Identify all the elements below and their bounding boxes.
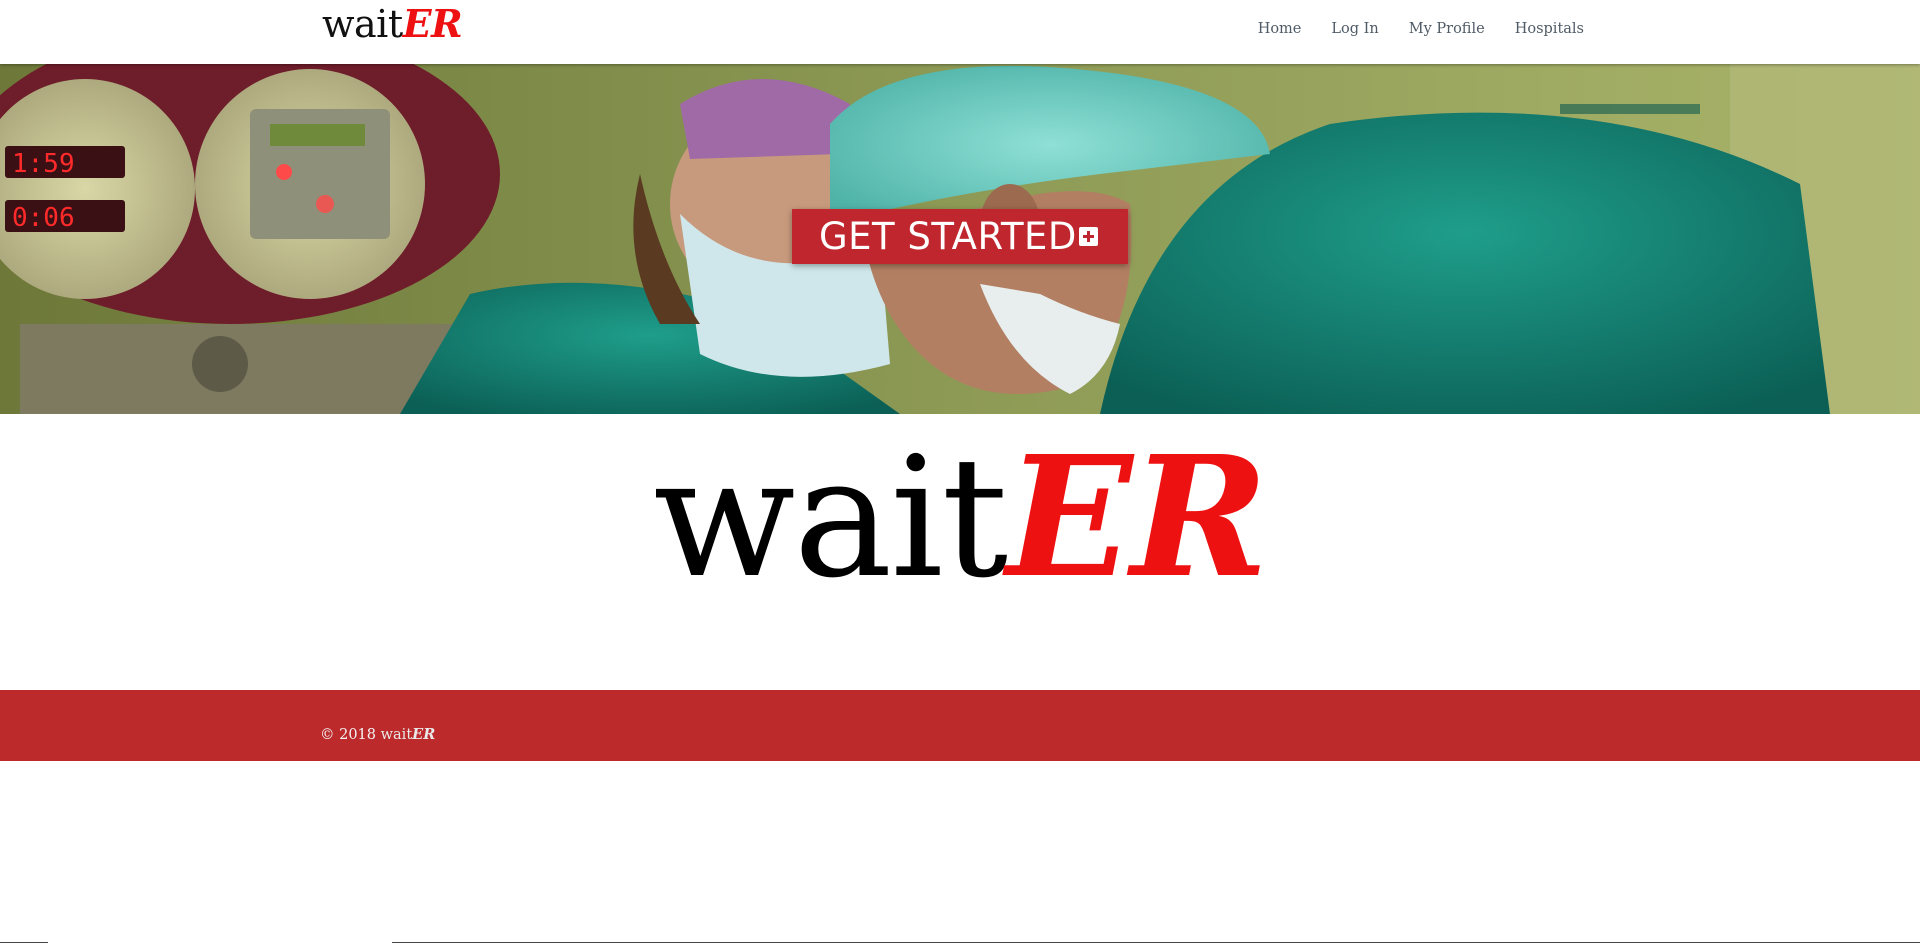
top-navbar: waitER Home Log In My Profile Hospitals [0,0,1920,64]
brand-prefix: wait [322,2,403,46]
main-nav: Home Log In My Profile Hospitals [1258,21,1584,37]
get-started-button[interactable]: GET STARTED [792,209,1128,264]
brand-suffix: ER [402,1,463,46]
svg-text:0:06: 0:06 [12,203,75,233]
svg-text:1:59: 1:59 [12,149,75,179]
footer: © 2018 waitER [0,690,1920,761]
brand-logo[interactable]: waitER [322,1,463,47]
hero-banner: 1:59 0:06 GET STARTED [0,64,1920,414]
nav-my-profile-link[interactable]: My Profile [1409,21,1485,37]
get-started-label: GET STARTED [819,215,1077,258]
main-logo-prefix: wait [653,422,1008,615]
footer-brand-prefix: wait [380,727,413,743]
plus-square-icon [1079,227,1098,246]
copyright-symbol: © [320,727,335,743]
nav-login-link[interactable]: Log In [1331,21,1378,37]
nav-home-link[interactable]: Home [1258,21,1302,37]
main-logo: waitER [0,428,1920,609]
footer-brand: waitER [380,726,436,743]
footer-brand-suffix: ER [412,726,436,743]
main-logo-suffix: ER [1006,420,1268,615]
copyright-year: 2018 [339,727,377,743]
copyright-text: © 2018 waitER [320,726,435,743]
nav-hospitals-link[interactable]: Hospitals [1515,21,1584,37]
